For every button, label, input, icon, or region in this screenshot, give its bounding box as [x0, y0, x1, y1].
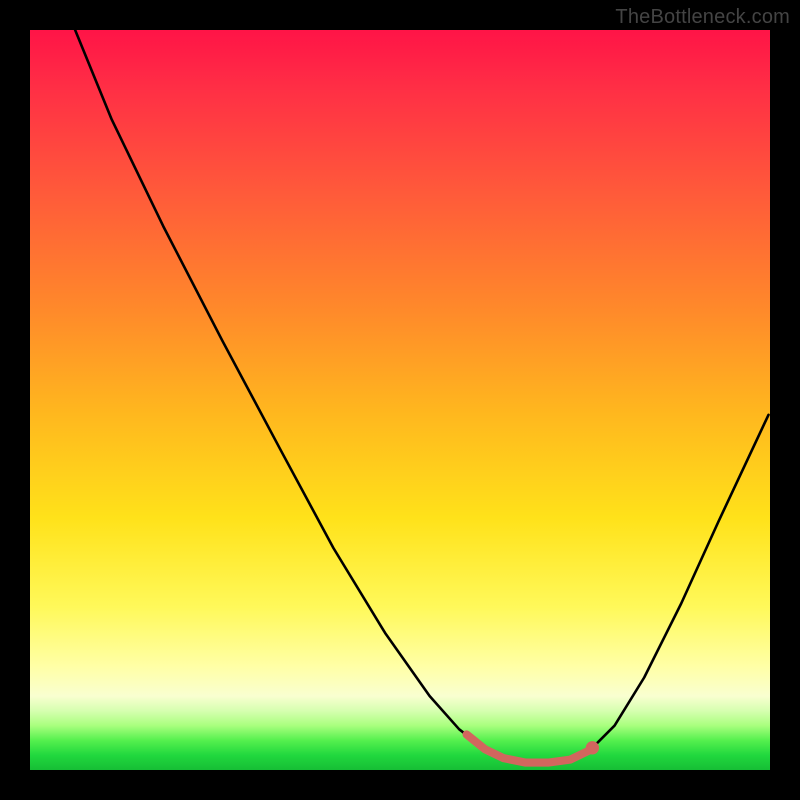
highlight-segment [467, 734, 589, 762]
watermark-text: TheBottleneck.com [615, 6, 790, 29]
chart-frame: TheBottleneck.com [0, 0, 800, 800]
bottleneck-curve [75, 30, 768, 763]
curve-layer [30, 30, 770, 770]
highlight-end-dot [586, 741, 599, 754]
plot-area [30, 30, 770, 770]
